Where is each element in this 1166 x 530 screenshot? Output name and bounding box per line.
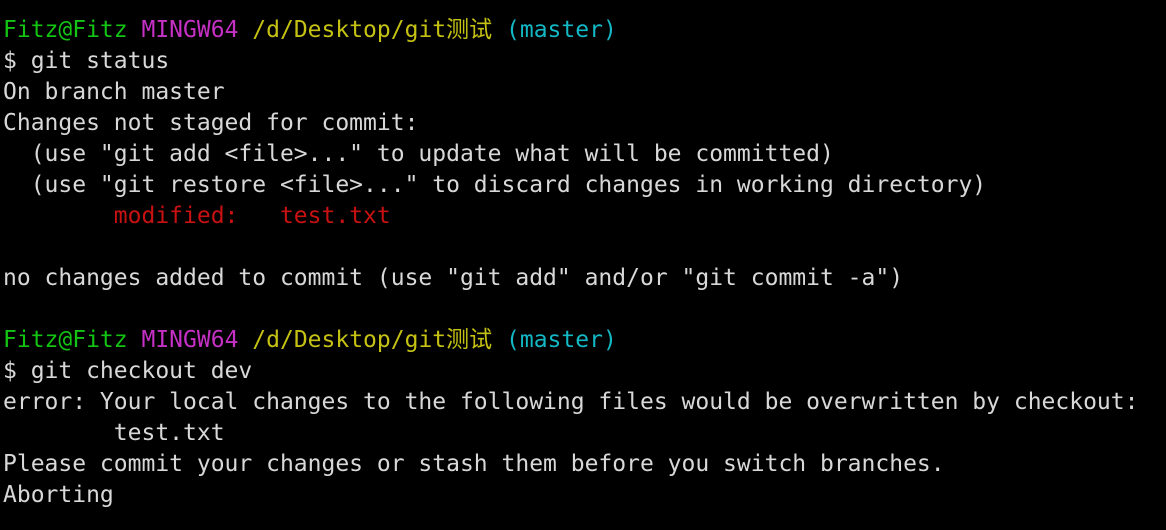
output-hint-restore: (use "git restore <file>..." to discard …	[3, 172, 987, 198]
prompt-branch: (master)	[506, 327, 617, 353]
terminal-window[interactable]: Fitz@Fitz MINGW64 /d/Desktop/git测试 (mast…	[0, 0, 1166, 530]
output-error: error: Your local changes to the followi…	[3, 389, 1139, 415]
output-changes-header: Changes not staged for commit:	[3, 110, 419, 136]
output-aborting: Aborting	[3, 482, 114, 508]
output-conflict-file: test.txt	[3, 420, 225, 446]
prompt-user-host: Fitz@Fitz	[3, 327, 128, 353]
output-please-commit: Please commit your changes or stash them…	[3, 451, 945, 477]
output-hint-add: (use "git add <file>..." to update what …	[3, 141, 834, 167]
prompt-path: /d/Desktop/git测试	[252, 17, 493, 43]
output-modified-line: modified: test.txt	[3, 201, 1166, 232]
command-git-status: $ git status	[3, 48, 170, 74]
prompt-path: /d/Desktop/git测试	[252, 327, 493, 353]
prompt-line-2: Fitz@Fitz MINGW64 /d/Desktop/git测试 (mast…	[3, 325, 1166, 356]
prompt-msystem: MINGW64	[141, 17, 239, 43]
modified-file: test.txt	[279, 203, 391, 229]
modified-label: modified:	[113, 203, 280, 229]
prompt-line-1: Fitz@Fitz MINGW64 /d/Desktop/git测试 (mast…	[3, 15, 1166, 46]
output-on-branch: On branch master	[3, 79, 225, 105]
command-git-checkout: $ git checkout dev	[3, 358, 253, 384]
prompt-branch: (master)	[506, 17, 617, 43]
prompt-msystem: MINGW64	[141, 327, 239, 353]
prompt-user-host: Fitz@Fitz	[3, 17, 128, 43]
modified-indent	[3, 203, 114, 229]
output-no-changes: no changes added to commit (use "git add…	[3, 265, 904, 291]
